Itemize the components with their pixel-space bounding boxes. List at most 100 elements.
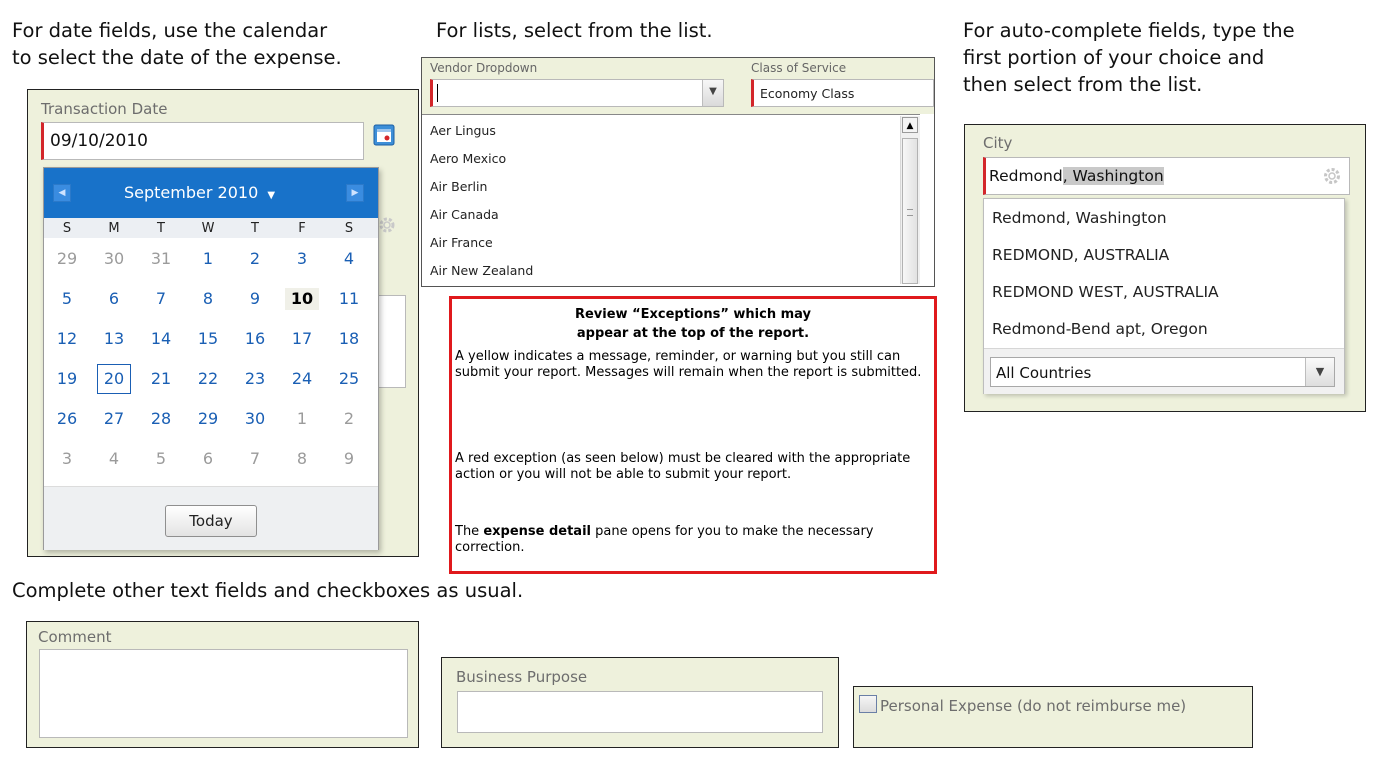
calendar-month-title[interactable]: September 2010 ▼	[124, 183, 275, 202]
personal-expense-checkbox[interactable]	[859, 695, 877, 713]
calendar-day[interactable]: 2	[238, 248, 272, 270]
city-suggestion-item[interactable]: REDMOND, AUSTRALIA	[992, 246, 1169, 264]
calendar-day[interactable]: 30	[238, 408, 272, 430]
calendar-day-selected[interactable]: 10	[285, 288, 319, 310]
calendar-day[interactable]: 24	[285, 368, 319, 390]
city-suggestion-item[interactable]: Redmond, Washington	[992, 209, 1167, 227]
prev-month-icon[interactable]: ◀	[53, 184, 71, 202]
class-of-service-label: Class of Service	[751, 61, 847, 75]
comment-textarea[interactable]	[39, 649, 408, 738]
vendor-dropdown-arrow-icon[interactable]: ▼	[702, 80, 723, 106]
city-suggestion-item[interactable]: Redmond-Bend apt, Oregon	[992, 320, 1208, 338]
weekday-label: T	[157, 221, 165, 236]
weekday-label: S	[62, 221, 72, 236]
weekday-row: SMTWTFS	[44, 218, 378, 238]
business-purpose-panel: Business Purpose	[441, 657, 839, 748]
weekday-label: T	[251, 221, 259, 236]
calendar-day[interactable]: 9	[332, 448, 366, 470]
city-input-text: Redmond, Washington	[989, 167, 1164, 185]
calendar-day[interactable]: 6	[97, 288, 131, 310]
city-label: City	[983, 134, 1013, 152]
exceptions-note-red: A red exception (as seen below) must be …	[455, 451, 911, 482]
vendor-list-item[interactable]: Air Canada	[430, 207, 499, 222]
calendar-day[interactable]: 3	[50, 448, 84, 470]
vendor-list-scrollbar[interactable]: ▲	[900, 116, 920, 284]
date-heading-line1: For date fields, use the calendar	[12, 19, 328, 42]
autocomplete-heading-line2: first portion of your choice and	[963, 46, 1265, 69]
calendar-day[interactable]: 16	[238, 328, 272, 350]
calendar-day[interactable]: 1	[191, 248, 225, 270]
calendar-day[interactable]: 28	[144, 408, 178, 430]
calendar-day[interactable]: 21	[144, 368, 178, 390]
calendar-day[interactable]: 29	[191, 408, 225, 430]
exceptions-note-title-line1: Review “Exceptions” which may	[574, 307, 811, 322]
calendar-day-today[interactable]: 20	[97, 364, 131, 394]
calendar-day[interactable]: 1	[285, 408, 319, 430]
calendar-day[interactable]: 2	[332, 408, 366, 430]
calendar-day[interactable]: 30	[97, 248, 131, 270]
exceptions-note-title: Review “Exceptions” which may appear at …	[452, 305, 934, 343]
business-purpose-input[interactable]	[457, 691, 823, 733]
calendar-day[interactable]: 22	[191, 368, 225, 390]
calendar-day[interactable]: 9	[238, 288, 272, 310]
city-panel: City Redmond, Washington All Countries ▼…	[964, 124, 1366, 412]
calendar-day[interactable]: 3	[285, 248, 319, 270]
vendor-dropdown-input[interactable]: ▼	[430, 79, 724, 107]
vendor-dropdown-label: Vendor Dropdown	[430, 61, 538, 75]
calendar-day[interactable]: 23	[238, 368, 272, 390]
next-month-icon[interactable]: ▶	[346, 184, 364, 202]
exceptions-note-detail: The expense detail pane opens for you to…	[455, 524, 925, 556]
vendor-list-item[interactable]: Aero Mexico	[430, 151, 506, 166]
calendar-day[interactable]: 8	[285, 448, 319, 470]
country-select[interactable]: All Countries ▼	[990, 357, 1335, 387]
vendor-list-item[interactable]: Aer Lingus	[430, 123, 496, 138]
calendar-day[interactable]: 26	[50, 408, 84, 430]
city-suggestion-item[interactable]: REDMOND WEST, AUSTRALIA	[992, 283, 1219, 301]
comment-label: Comment	[38, 628, 112, 646]
exceptions-note-yellow: A yellow indicates a message, reminder, …	[455, 349, 922, 380]
calendar-day[interactable]: 25	[332, 368, 366, 390]
calendar-day[interactable]: 7	[144, 288, 178, 310]
calendar-day[interactable]: 27	[97, 408, 131, 430]
text-caret	[437, 84, 438, 102]
vendor-list-item[interactable]: Air New Zealand	[430, 263, 533, 278]
country-chevron-down-icon[interactable]: ▼	[1305, 358, 1334, 386]
calendar-day[interactable]: 19	[50, 368, 84, 390]
calendar-day[interactable]: 4	[332, 248, 366, 270]
personal-expense-panel: Personal Expense (do not reimburse me)	[853, 686, 1253, 748]
calendar-day[interactable]: 12	[50, 328, 84, 350]
calendar-day[interactable]: 29	[50, 248, 84, 270]
transaction-date-input[interactable]: 09/10/2010	[41, 122, 364, 160]
calendar-day[interactable]: 8	[191, 288, 225, 310]
vendor-list-item[interactable]: Air Berlin	[430, 179, 487, 194]
calendar-day[interactable]: 13	[97, 328, 131, 350]
calendar-day[interactable]: 5	[50, 288, 84, 310]
calendar-day[interactable]: 14	[144, 328, 178, 350]
city-gear-icon[interactable]	[1321, 165, 1343, 187]
today-button[interactable]: Today	[165, 505, 257, 537]
calendar-day[interactable]: 5	[144, 448, 178, 470]
weekday-label: S	[344, 221, 354, 236]
calendar-day[interactable]: 6	[191, 448, 225, 470]
detail-bold: expense detail	[483, 524, 591, 539]
calendar-day[interactable]: 17	[285, 328, 319, 350]
calendar-day[interactable]: 4	[97, 448, 131, 470]
country-filter-bar: All Countries ▼	[984, 348, 1344, 394]
calendar-day[interactable]: 7	[238, 448, 272, 470]
vendor-list-item[interactable]: Air France	[430, 235, 493, 250]
calendar-day[interactable]: 15	[191, 328, 225, 350]
calendar-day[interactable]: 18	[332, 328, 366, 350]
vendor-list[interactable]: Aer Lingus Aero Mexico Air Berlin Air Canad…	[422, 114, 920, 287]
city-suggestion-list: All Countries ▼ Redmond, Washington REDMO…	[983, 198, 1345, 394]
scroll-up-icon[interactable]: ▲	[902, 117, 918, 133]
calendar-icon[interactable]	[373, 124, 395, 146]
personal-expense-label[interactable]: Personal Expense (do not reimburse me)	[880, 696, 1250, 717]
calendar-day[interactable]: 11	[332, 288, 366, 310]
transaction-date-label: Transaction Date	[41, 100, 168, 118]
transaction-date-value: 09/10/2010	[50, 131, 148, 151]
city-input[interactable]: Redmond, Washington	[983, 157, 1350, 195]
class-of-service-select[interactable]: Economy Class	[751, 79, 934, 107]
country-select-value: All Countries	[996, 364, 1092, 382]
scrollbar-thumb[interactable]	[902, 138, 918, 284]
calendar-day[interactable]: 31	[144, 248, 178, 270]
